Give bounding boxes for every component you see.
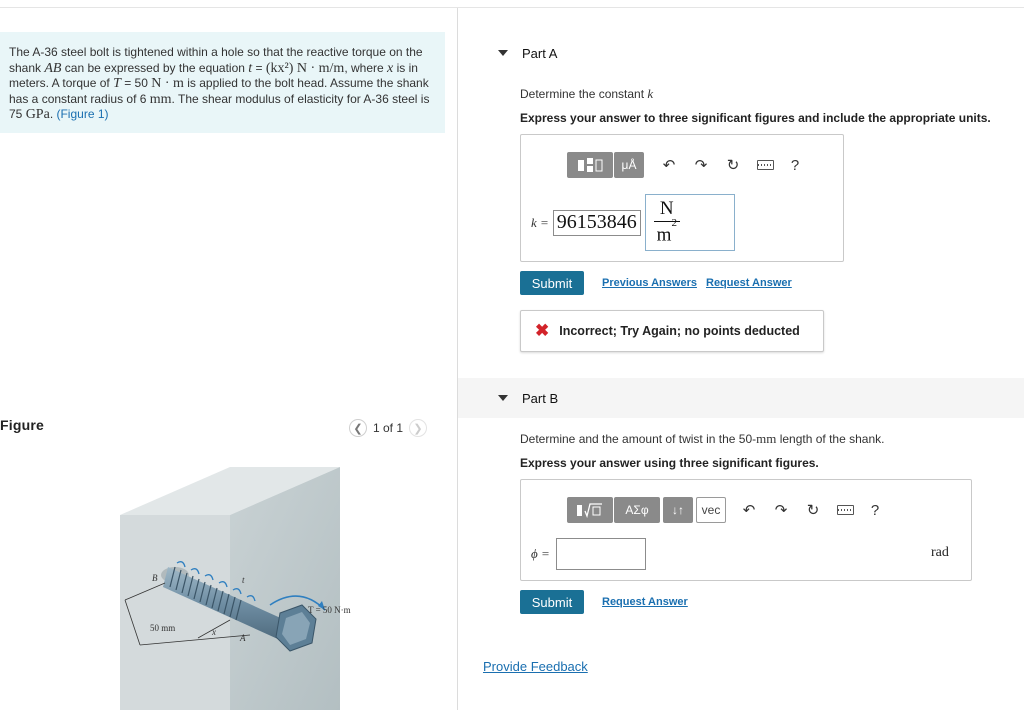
reset-icon[interactable]: ↻ — [802, 499, 824, 521]
phi-unit-label: rad — [931, 545, 949, 560]
caret-down-icon — [498, 50, 508, 56]
templates-icon[interactable] — [567, 152, 613, 178]
part-b-toolbar: ΑΣφ ↓↑ vec ↶ ↷ ↻ ? — [567, 497, 886, 523]
figure-heading: Figure — [0, 417, 44, 433]
chevron-right-icon[interactable]: ❯ — [409, 419, 428, 437]
keyboard-icon[interactable] — [834, 499, 856, 521]
part-a-title: Part A — [522, 46, 558, 61]
part-b-header[interactable]: Part B — [458, 378, 1024, 418]
phi-value-input[interactable] — [555, 538, 646, 570]
part-a-header[interactable]: Part A — [458, 33, 1024, 73]
part-b-title: Part B — [522, 391, 559, 406]
part-a-toolbar: μÅ ↶ ↷ ↻ ? — [567, 152, 806, 178]
label-torque: T = 50 N·m — [308, 605, 351, 615]
undo-icon[interactable]: ↶ — [738, 499, 760, 521]
templates-icon[interactable] — [567, 497, 613, 523]
help-button[interactable]: ? — [784, 154, 806, 176]
part-a-submit-button[interactable]: Submit — [520, 271, 584, 295]
part-b-request-answer-link[interactable]: Request Answer — [602, 596, 688, 608]
problem-statement: The A-36 steel bolt is tightened within … — [0, 32, 445, 133]
part-a-answer-box: μÅ ↶ ↷ ↻ ? k = 96153846 N m2 — [520, 134, 844, 262]
reset-icon[interactable]: ↻ — [722, 154, 744, 176]
unit-fraction: N m2 — [653, 198, 680, 246]
part-b-submit-button[interactable]: Submit — [520, 590, 584, 614]
label-length: 50 mm — [150, 623, 175, 633]
feedback-text: Incorrect; Try Again; no points deducted — [559, 324, 800, 338]
part-a-question: Determine the constant k — [520, 86, 654, 101]
part-b-question: Determine and the amount of twist in the… — [520, 431, 885, 446]
label-B: B — [152, 573, 158, 583]
units-button[interactable]: μÅ — [614, 152, 644, 178]
caret-down-icon — [498, 395, 508, 401]
keyboard-icon[interactable] — [754, 154, 776, 176]
help-button[interactable]: ? — [864, 499, 886, 521]
phi-label: ϕ = — [531, 546, 550, 561]
x-mark-icon: ✖ — [535, 321, 550, 340]
pager-text: 1 of 1 — [373, 421, 404, 435]
figure-link[interactable]: (Figure 1) — [56, 107, 108, 121]
part-a-equation-row: k = 96153846 N m2 — [531, 194, 735, 251]
part-b-equation-row: ϕ = — [531, 538, 646, 570]
greek-symbols-button[interactable]: ΑΣφ — [614, 497, 660, 523]
chevron-left-icon[interactable]: ❮ — [349, 419, 367, 437]
label-A: A — [239, 633, 246, 643]
k-value-input[interactable]: 96153846 — [552, 209, 641, 236]
previous-answers-link[interactable]: Previous Answers — [602, 277, 697, 289]
k-unit-input[interactable]: N m2 — [644, 194, 735, 251]
block-left-face — [120, 515, 230, 710]
arrows-button[interactable]: ↓↑ — [663, 497, 693, 523]
redo-icon[interactable]: ↷ — [690, 154, 712, 176]
part-a-request-answer-link[interactable]: Request Answer — [706, 277, 792, 289]
undo-icon[interactable]: ↶ — [658, 154, 680, 176]
provide-feedback-link[interactable]: Provide Feedback — [483, 659, 588, 674]
part-a-instruction: Express your answer to three significant… — [520, 111, 991, 125]
label-x: x — [211, 627, 216, 637]
k-label: k = — [531, 214, 549, 230]
redo-icon[interactable]: ↷ — [770, 499, 792, 521]
part-b-answer-box: ΑΣφ ↓↑ vec ↶ ↷ ↻ ? ϕ = rad — [520, 479, 972, 581]
figure-pager: ❮ 1 of 1 ❯ — [349, 418, 428, 438]
part-a-feedback: ✖ Incorrect; Try Again; no points deduct… — [520, 310, 824, 352]
problem-text: The A-36 steel bolt is tightened within … — [9, 45, 430, 122]
top-separator — [0, 7, 1024, 8]
vec-button[interactable]: vec — [696, 497, 726, 523]
part-b-instruction: Express your answer using three signific… — [520, 456, 819, 470]
column-divider — [457, 8, 458, 710]
bolt-figure: B t x A 50 mm T = 50 N·m — [120, 467, 351, 710]
